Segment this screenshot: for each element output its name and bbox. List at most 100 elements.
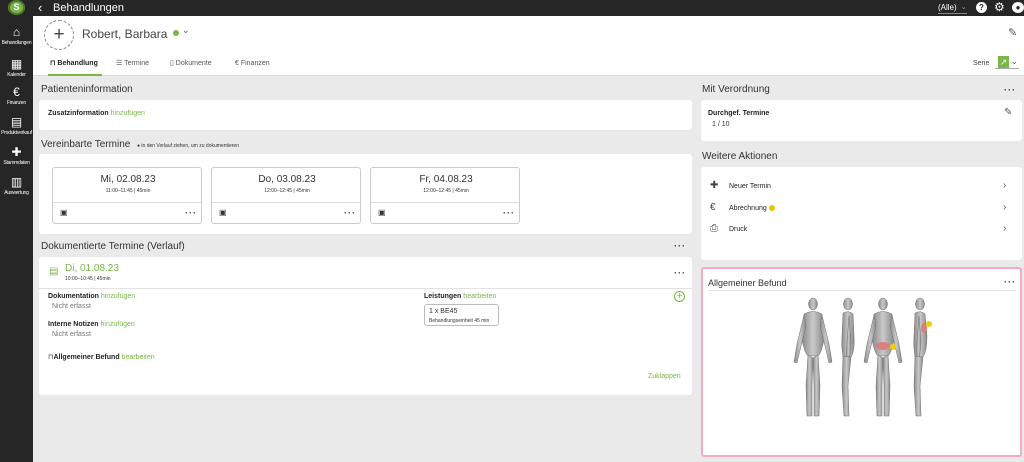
sidebar-item-stammdaten[interactable]: ✚ Stammdaten — [0, 146, 33, 167]
tab-dokumente[interactable]: ▯ Dokumente — [170, 54, 212, 76]
euro-icon: € — [710, 202, 716, 213]
add-leistung-button[interactable]: + — [674, 291, 685, 302]
sidebar-item-label: Behandlungen — [1, 40, 32, 46]
calendar-icon[interactable]: ▣ — [60, 208, 68, 217]
appointment-date: Fr, 04.08.23 — [419, 174, 473, 185]
verlauf-card: ▤ Di, 01.08.23 10:00–10:45 | 45min ··· D… — [39, 257, 692, 395]
user-icon[interactable]: ● — [1012, 2, 1024, 13]
section-title-patienteninfo: Patienteninformation — [41, 84, 133, 95]
serie-select[interactable]: ↗ ⌄ — [995, 55, 1019, 69]
chevron-right-icon: › — [1003, 202, 1007, 213]
leistungen-edit-link[interactable]: bearbeiten — [463, 293, 496, 300]
divider — [212, 202, 360, 203]
action-label: Neuer Termin — [729, 183, 771, 190]
plus-icon: ✚ — [710, 180, 719, 191]
section-title-aktionen: Weitere Aktionen — [702, 151, 778, 162]
gear-icon[interactable]: ⚙ — [994, 0, 1005, 15]
leistungen-label: Leistungen — [424, 293, 462, 300]
top-bar: S ‹ Behandlungen (Alle) ⌄ ? ⚙ ● — [0, 0, 1024, 16]
tab-finanzen[interactable]: € Finanzen — [235, 54, 270, 76]
status-indicator[interactable] — [173, 30, 179, 36]
help-icon[interactable]: ? — [976, 2, 987, 13]
edit-icon[interactable]: ✎ — [1008, 26, 1017, 39]
patienteninfo-card: Zusatzinformation hinzufügen — [39, 100, 692, 130]
marker-back[interactable] — [890, 344, 896, 350]
edit-icon[interactable]: ✎ — [1004, 107, 1012, 118]
collapse-link[interactable]: Zuklappen — [648, 373, 681, 380]
tab-label: Dokumente — [175, 60, 212, 67]
body-chart[interactable] — [791, 296, 937, 422]
zusatzinfo-add-link[interactable]: hinzufügen — [111, 110, 145, 117]
patient-header: + Robert, Barbara ⌄ ✎ ⊓ Behandlung ☰ Ter… — [33, 16, 1024, 76]
befund-title: Allgemeiner Befund — [708, 278, 787, 288]
action-druck[interactable]: ⎙ Druck › — [701, 221, 1021, 239]
befund-card[interactable]: Allgemeiner Befund ··· — [701, 267, 1022, 457]
printer-icon: ⎙ — [710, 223, 718, 234]
leistung-item[interactable]: 1 x BE45 Behandlungseinheit 45 min — [424, 304, 499, 326]
sidebar-item-finanzen[interactable]: € Finanzen — [0, 86, 33, 107]
befund-row: ⊓Allgemeiner Befund bearbeiten — [48, 353, 155, 361]
filter-select[interactable]: (Alle) ⌄ — [938, 3, 967, 14]
tab-behandlung[interactable]: ⊓ Behandlung — [48, 54, 102, 76]
befund-label: Allgemeiner Befund — [53, 354, 120, 361]
notizen-value: Nicht erfasst — [52, 331, 91, 338]
tab-termine[interactable]: ☰ Termine — [116, 54, 149, 76]
sidebar-item-label: Finanzen — [7, 100, 26, 106]
more-icon[interactable]: ··· — [344, 208, 356, 218]
appointment-card[interactable]: Mi, 02.08.23 11:00–11:45 | 45min ▣ ··· — [52, 167, 202, 224]
action-abrechnung[interactable]: € Abrechnung › — [701, 200, 1021, 218]
sidebar-item-behandlungen[interactable]: ⌂ Behandlungen — [0, 25, 33, 47]
add-avatar-button[interactable]: + — [44, 20, 74, 50]
appointment-card[interactable]: Fr, 04.08.23 12:00–12:45 | 45min ▣ ··· — [370, 167, 520, 224]
zusatzinfo-row: Zusatzinformation hinzufügen — [48, 110, 145, 117]
chart-icon: ▥ — [10, 175, 23, 189]
chevron-right-icon: › — [1003, 180, 1007, 191]
more-icon[interactable]: ··· — [1004, 278, 1016, 287]
more-icon[interactable]: ··· — [1004, 86, 1016, 95]
more-icon[interactable]: ··· — [503, 208, 515, 218]
chevron-right-icon: › — [1003, 223, 1007, 234]
back-arrow-icon[interactable]: ‹ — [38, 0, 42, 15]
action-label: Abrechnung — [729, 205, 767, 212]
calendar-icon[interactable]: ▣ — [219, 208, 227, 217]
sidebar: ⌂ Behandlungen ▦ Kalender € Finanzen ▤ Produ… — [0, 16, 33, 462]
action-label-wrap: Abrechnung — [729, 205, 775, 212]
action-neuer-termin[interactable]: ✚ Neuer Termin › — [701, 178, 1021, 196]
befund-edit-link[interactable]: bearbeiten — [122, 354, 155, 361]
sidebar-item-label: Kalender — [7, 72, 26, 78]
app-logo[interactable]: S — [8, 0, 25, 15]
tab-label: Behandlung — [57, 60, 98, 67]
chevron-down-icon[interactable]: ⌄ — [182, 25, 190, 36]
calendar-icon[interactable]: ▣ — [378, 208, 386, 217]
list-icon: ☰ — [116, 60, 125, 67]
verordnung-card: Durchgef. Termine 1 / 10 ✎ — [701, 100, 1022, 141]
appointment-time: 11:00–11:45 | 45min — [105, 188, 151, 194]
dokumentation-value: Nicht erfasst — [52, 303, 91, 310]
sidebar-item-label: Stammdaten — [3, 160, 30, 166]
more-icon[interactable]: ··· — [185, 208, 197, 218]
body-side-figure — [841, 297, 855, 417]
appointment-card[interactable]: Do, 03.08.23 12:00–12:45 | 45min ▣ ··· — [211, 167, 361, 224]
notizen-add-link[interactable]: hinzufügen — [101, 321, 135, 328]
sidebar-item-auswertung[interactable]: ▥ Auswertung — [0, 175, 33, 197]
more-icon[interactable]: ··· — [674, 242, 686, 251]
serie-label: Serie — [973, 60, 990, 67]
section-title-vereinbarte: Vereinbarte Termine — [41, 139, 131, 150]
marker-side[interactable] — [926, 321, 932, 327]
entry-date: Di, 01.08.23 — [65, 263, 119, 274]
more-icon[interactable]: ··· — [674, 269, 686, 278]
appointment-date: Do, 03.08.23 — [258, 174, 316, 185]
sidebar-item-label: Produktverkauf — [1, 130, 32, 136]
body-back-figure — [863, 297, 903, 417]
appointment-time: 12:00–12:45 | 45min — [264, 188, 310, 194]
filter-value: (Alle) — [938, 3, 957, 12]
dokumentation-add-link[interactable]: hinzufügen — [101, 293, 135, 300]
sidebar-item-produktverkauf[interactable]: ▤ Produktverkauf — [0, 116, 33, 137]
sidebar-item-kalender[interactable]: ▦ Kalender — [0, 58, 33, 79]
tab-label: Termine — [124, 60, 149, 67]
warning-dot — [768, 205, 775, 211]
home-icon: ⌂ — [12, 25, 21, 39]
durchgef-label: Durchgef. Termine — [708, 110, 770, 117]
calendar-icon: ▤ — [49, 266, 59, 277]
patient-name: Robert, Barbara — [82, 27, 168, 41]
